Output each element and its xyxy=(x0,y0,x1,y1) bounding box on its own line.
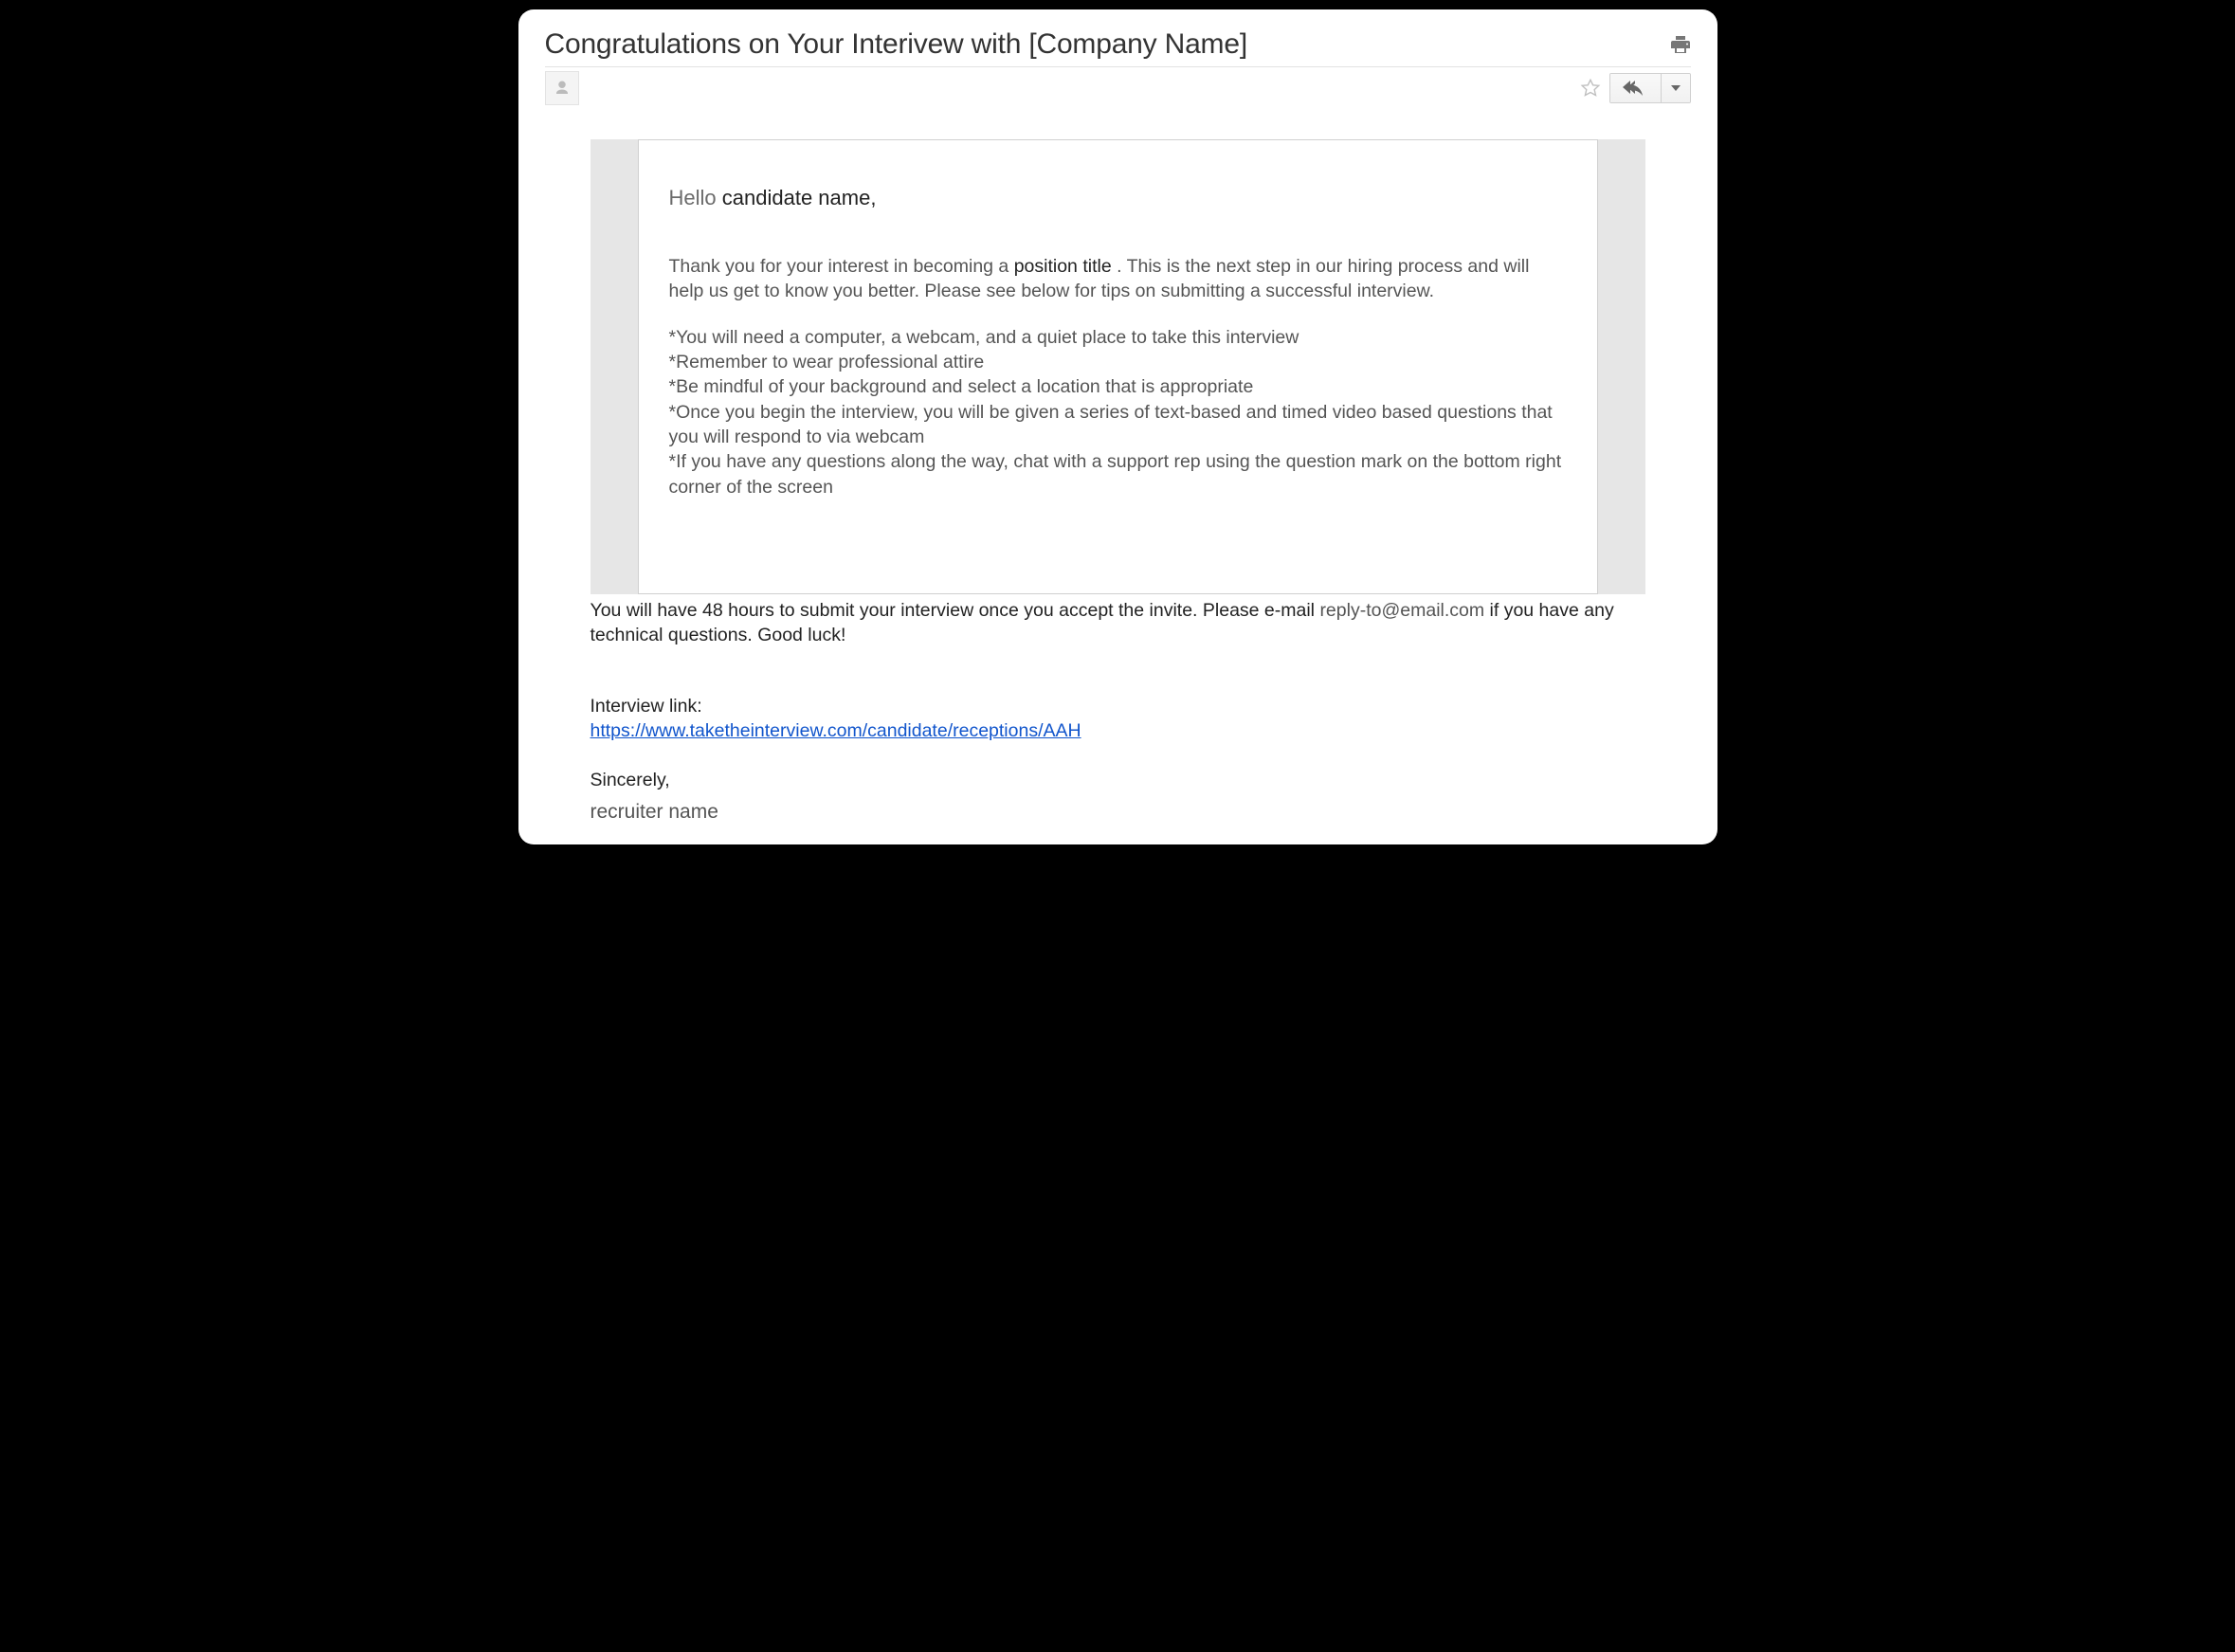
signoff: Sincerely, xyxy=(591,768,1645,792)
tip-1: *You will need a computer, a webcam, and… xyxy=(669,327,1299,348)
email-subject: Congratulations on Your Interivew with [… xyxy=(545,28,1247,61)
position-title: position title xyxy=(1014,256,1112,277)
sender-avatar[interactable] xyxy=(545,71,579,105)
print-button[interactable] xyxy=(1670,34,1691,55)
footer-paragraph: You will have 48 hours to submit your in… xyxy=(591,598,1645,648)
reply-all-icon xyxy=(1623,81,1647,96)
header-row: Congratulations on Your Interivew with [… xyxy=(545,28,1691,61)
person-icon xyxy=(554,80,571,97)
email-body: Hello candidate name, Thank you for your… xyxy=(545,139,1691,826)
greeting-candidate-name: candidate name, xyxy=(722,186,877,209)
tips-list: *You will need a computer, a webcam, and… xyxy=(669,325,1567,499)
tip-2: *Remember to wear professional attire xyxy=(669,352,985,372)
print-icon xyxy=(1671,36,1690,53)
intro-paragraph: Thank you for your interest in becoming … xyxy=(669,254,1567,304)
reply-all-button[interactable] xyxy=(1610,74,1662,102)
email-window: Congratulations on Your Interivew with [… xyxy=(518,9,1717,844)
tip-3: *Be mindful of your background and selec… xyxy=(669,376,1254,397)
greeting-line: Hello candidate name, xyxy=(669,186,1567,210)
framed-block: Hello candidate name, Thank you for your… xyxy=(591,139,1645,594)
interview-link-label: Interview link: xyxy=(591,694,1645,718)
star-icon xyxy=(1580,78,1601,99)
greeting-hello: Hello xyxy=(669,186,717,209)
star-button[interactable] xyxy=(1579,77,1602,100)
reply-to-email: reply-to@email.com xyxy=(1319,600,1484,621)
more-actions-button[interactable] xyxy=(1662,74,1690,102)
intro-before: Thank you for your interest in becoming … xyxy=(669,256,1014,277)
inner-card: Hello candidate name, Thank you for your… xyxy=(638,139,1598,594)
recruiter-name: recruiter name xyxy=(591,799,1645,826)
tip-5: *If you have any questions along the way… xyxy=(669,451,1567,497)
tip-4: *Once you begin the interview, you will … xyxy=(669,402,1558,447)
footer-before: You will have 48 hours to submit your in… xyxy=(591,600,1320,621)
link-block: Interview link: https://www.taketheinter… xyxy=(591,694,1645,744)
interview-link[interactable]: https://www.taketheinterview.com/candida… xyxy=(591,720,1081,741)
toolbar-row xyxy=(545,71,1691,105)
action-group xyxy=(1609,73,1691,103)
right-actions xyxy=(1579,73,1691,103)
header-divider xyxy=(545,66,1691,67)
caret-down-icon xyxy=(1671,85,1681,91)
